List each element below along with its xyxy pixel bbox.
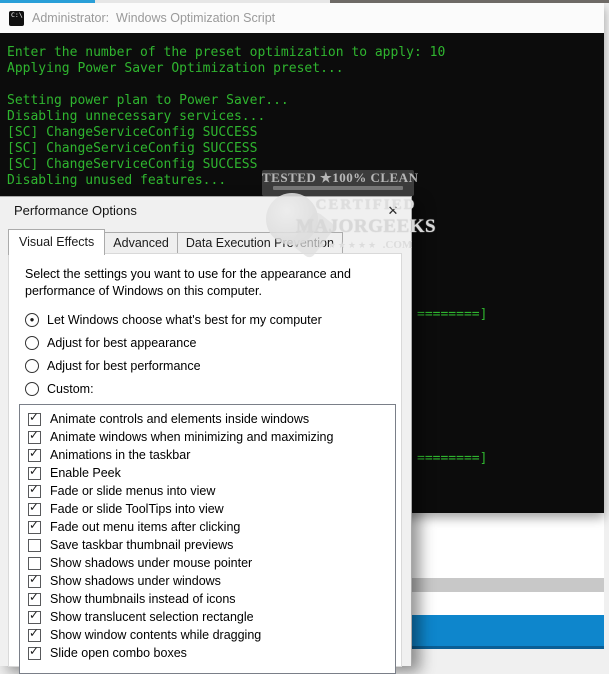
dialog-title: Performance Options [14, 203, 137, 218]
checkbox-label: Enable Peek [50, 466, 121, 480]
checkbox-label: Fade or slide menus into view [50, 484, 216, 498]
checkbox-row[interactable]: ✓ Fade or slide menus into view [20, 482, 395, 500]
radio-custom[interactable]: Custom: [25, 381, 322, 397]
checkmark: ✓ [29, 517, 40, 532]
checkbox-label: Show translucent selection rectangle [50, 610, 254, 624]
checkbox-icon: ✓ [28, 589, 41, 606]
checkmark: ✓ [29, 625, 40, 640]
console-line: Setting power plan to Power Saver... [7, 93, 289, 108]
checkbox-icon: ✓ [28, 499, 41, 516]
checkbox-icon: ✓ [28, 445, 41, 462]
radio-label: Let Windows choose what's best for my co… [47, 313, 322, 327]
console-line: Applying Power Saver Optimization preset… [7, 61, 344, 76]
checkmark: ✓ [29, 643, 40, 658]
performance-options-dialog: Performance Options ✕ Visual Effects Adv… [0, 196, 412, 674]
checkbox-icon [28, 538, 41, 552]
checkbox-row[interactable]: ✓ Show shadows under windows [20, 572, 395, 590]
checkbox-label: Fade or slide ToolTips into view [50, 502, 224, 516]
checkbox-icon: ✓ [28, 481, 41, 498]
performance-radio-group: ● Let Windows choose what's best for my … [25, 312, 322, 404]
checkbox-row[interactable]: ✓ Animations in the taskbar [20, 446, 395, 464]
top-edge-blue-strip [0, 0, 95, 3]
console-line: [SC] ChangeServiceConfig SUCCESS [7, 141, 258, 156]
checkbox-row[interactable]: ✓ Fade out menu items after clicking [20, 518, 395, 536]
top-edge-light-strip [95, 0, 330, 3]
checkmark: ✓ [29, 607, 40, 622]
console-progress-fragment: ========] [417, 307, 488, 322]
console-titlebar[interactable]: C:\ Administrator: Windows Optimization … [0, 3, 604, 33]
console-line: [SC] ChangeServiceConfig SUCCESS [7, 157, 258, 172]
visual-effects-tab-page: Select the settings you want to use for … [8, 253, 402, 674]
checkbox-row[interactable]: ✓ Show thumbnails instead of icons [20, 590, 395, 608]
checkbox-icon: ✓ [28, 409, 41, 426]
checkmark: ✓ [29, 463, 40, 478]
checkbox-row[interactable]: Show shadows under mouse pointer [20, 554, 395, 572]
checkbox-row[interactable]: ✓ Show translucent selection rectangle [20, 608, 395, 626]
checkbox-icon [28, 556, 41, 570]
checkbox-label: Fade out menu items after clicking [50, 520, 241, 534]
radio-let-windows-choose[interactable]: ● Let Windows choose what's best for my … [25, 312, 322, 328]
checkbox-icon: ✓ [28, 427, 41, 444]
checkbox-row[interactable]: ✓ Show window contents while dragging [20, 626, 395, 644]
checkbox-label: Animate windows when minimizing and maxi… [50, 430, 334, 444]
checkbox-row[interactable]: ✓ Animate windows when minimizing and ma… [20, 428, 395, 446]
checkmark: ✓ [29, 481, 40, 496]
checkbox-row[interactable]: ✓ Enable Peek [20, 464, 395, 482]
dialog-tab-strip: Visual Effects Advanced Data Execution P… [8, 229, 343, 255]
checkbox-label: Animate controls and elements inside win… [50, 412, 310, 426]
radio-best-performance[interactable]: Adjust for best performance [25, 358, 322, 374]
checkmark: ✓ [29, 499, 40, 514]
settings-description: Select the settings you want to use for … [25, 267, 351, 298]
checkbox-icon: ✓ [28, 607, 41, 624]
close-icon[interactable]: ✕ [381, 200, 405, 222]
checkbox-icon: ✓ [28, 517, 41, 534]
checkbox-label: Animations in the taskbar [50, 448, 191, 462]
cmd-icon: C:\ [9, 10, 24, 26]
checkbox-icon: ✓ [28, 643, 41, 660]
top-edge-dark-strip [330, 0, 609, 3]
checkbox-row[interactable]: ✓ Slide open combo boxes [20, 644, 395, 662]
console-line: [SC] ChangeServiceConfig SUCCESS [7, 125, 258, 140]
checkbox-row[interactable]: Save taskbar thumbnail previews [20, 536, 395, 554]
radio-best-appearance[interactable]: Adjust for best appearance [25, 335, 322, 351]
checkbox-label: Slide open combo boxes [50, 646, 187, 660]
radio-button-icon [25, 382, 39, 396]
radio-button-icon [25, 359, 39, 373]
checkbox-label: Show shadows under mouse pointer [50, 556, 253, 570]
visual-effects-listbox[interactable]: ✓ Animate controls and elements inside w… [19, 404, 396, 674]
checkmark: ✓ [29, 445, 40, 460]
checkbox-label: Save taskbar thumbnail previews [50, 538, 234, 552]
checkbox-row[interactable]: ✓ Animate controls and elements inside w… [20, 410, 395, 428]
radio-label: Custom: [47, 382, 94, 396]
checkbox-icon: ✓ [28, 463, 41, 480]
checkmark: ✓ [29, 427, 40, 442]
checkbox-row[interactable]: ✓ Fade or slide ToolTips into view [20, 500, 395, 518]
checkbox-label: Show shadows under windows [50, 574, 221, 588]
checkmark: ✓ [29, 571, 40, 586]
checkmark: ✓ [29, 589, 40, 604]
tab-visual-effects[interactable]: Visual Effects [8, 229, 106, 255]
console-line: Enter the number of the preset optimizat… [7, 45, 446, 60]
console-line: Disabling unused features... [7, 173, 227, 188]
radio-label: Adjust for best appearance [47, 336, 197, 350]
checkbox-label: Show window contents while dragging [50, 628, 262, 642]
radio-button-icon [25, 336, 39, 350]
tab-advanced[interactable]: Advanced [104, 232, 178, 254]
radio-label: Adjust for best performance [47, 359, 201, 373]
radio-button-icon: ● [25, 313, 39, 327]
checkbox-icon: ✓ [28, 625, 41, 642]
checkbox-icon: ✓ [28, 571, 41, 588]
console-line: Disabling unnecessary services... [7, 109, 266, 124]
checkbox-label: Show thumbnails instead of icons [50, 592, 236, 606]
console-progress-fragment: ========] [417, 451, 488, 466]
checkmark: ✓ [29, 409, 40, 424]
tab-data-execution-prevention[interactable]: Data Execution Prevention [176, 232, 343, 254]
console-window-title: Administrator: Windows Optimization Scri… [32, 11, 276, 25]
